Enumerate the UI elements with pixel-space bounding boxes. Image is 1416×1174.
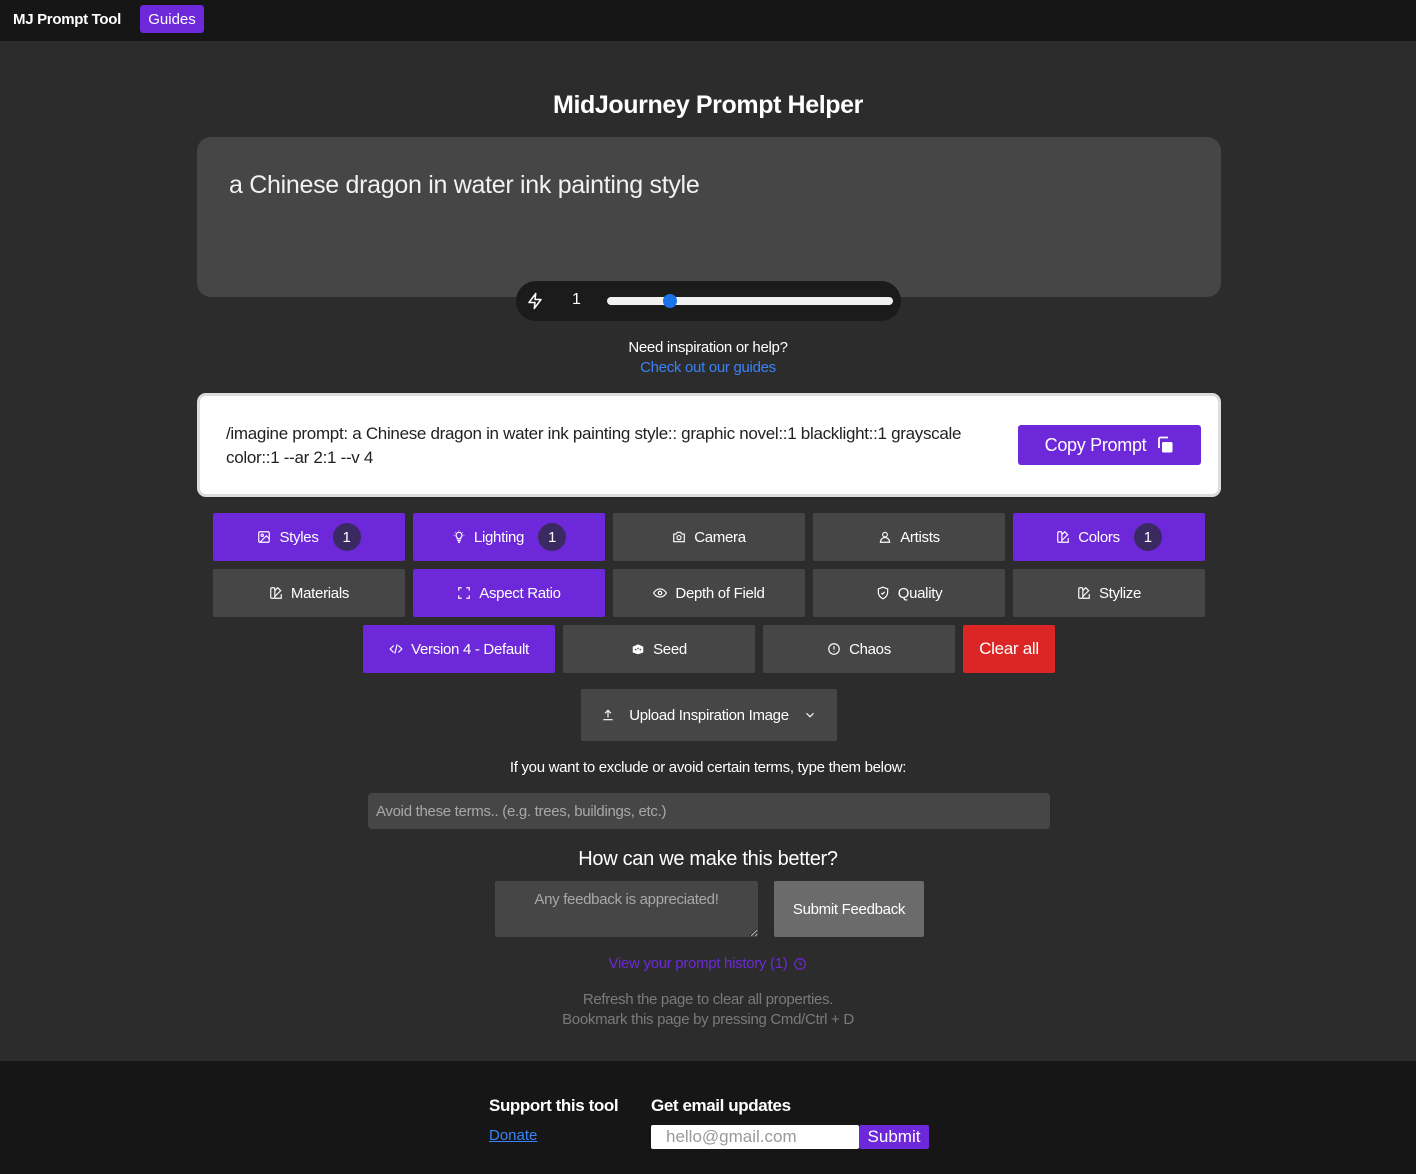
styles-count-badge: 1 (332, 523, 361, 551)
copy-icon (1158, 436, 1173, 453)
camera-button[interactable]: Camera (613, 513, 805, 561)
depth-of-field-button[interactable]: Depth of Field (613, 569, 805, 617)
depth-of-field-label: Depth of Field (675, 584, 765, 602)
materials-button[interactable]: Materials (213, 569, 405, 617)
email-updates-title: Get email updates (651, 1096, 791, 1115)
upload-icon (603, 709, 613, 721)
chevron-down-icon (805, 712, 814, 718)
lighting-button[interactable]: Lighting 1 (413, 513, 605, 561)
upload-inspiration-button[interactable]: Upload Inspiration Image (581, 689, 837, 741)
copy-prompt-button[interactable]: Copy Prompt (1018, 425, 1201, 465)
email-submit-button[interactable]: Submit (859, 1125, 929, 1149)
footer: Support this tool Donate Get email updat… (0, 1061, 1416, 1174)
camera-icon (673, 531, 686, 543)
code-icon (389, 644, 403, 654)
prompt-history-link[interactable]: View your prompt history (1) (0, 955, 1416, 972)
support-title: Support this tool (489, 1096, 619, 1115)
shield-icon (877, 586, 888, 600)
submit-feedback-button[interactable]: Submit Feedback (774, 881, 924, 937)
bulb-icon (453, 530, 465, 543)
dice-icon (632, 644, 644, 655)
prompt-text[interactable]: a Chinese dragon in water ink painting s… (229, 171, 700, 200)
feedback-title: How can we make this better? (578, 848, 838, 870)
help-text: Need inspiration or help? (628, 339, 788, 356)
email-field[interactable] (651, 1125, 859, 1149)
generated-prompt-box: /imagine prompt: a Chinese dragon in wat… (197, 393, 1221, 497)
artists-button[interactable]: Artists (813, 513, 1005, 561)
colors-label: Colors (1078, 528, 1120, 546)
camera-label: Camera (694, 528, 746, 546)
guides-link-row: Check out our guides (0, 359, 1416, 376)
lighting-label: Lighting (473, 528, 525, 546)
upload-label: Upload Inspiration Image (629, 706, 789, 724)
version-label: Version 4 - Default (411, 640, 529, 658)
exclude-terms-input[interactable] (368, 793, 1050, 829)
copy-prompt-label: Copy Prompt (1044, 434, 1147, 455)
artists-label: Artists (900, 528, 940, 546)
exclude-label: If you want to exclude or avoid certain … (509, 759, 907, 776)
alert-circle-icon (828, 643, 840, 655)
weight-slider[interactable] (607, 294, 893, 308)
styles-label: Styles (279, 528, 319, 546)
eye-icon (653, 588, 668, 598)
stylize-label: Stylize (1098, 584, 1142, 602)
chaos-button[interactable]: Chaos (763, 625, 955, 673)
aspect-ratio-button[interactable]: Aspect Ratio (413, 569, 605, 617)
image-icon (258, 531, 271, 543)
clock-icon (794, 957, 807, 970)
colors-button[interactable]: Colors 1 (1013, 513, 1205, 561)
styles-button[interactable]: Styles 1 (213, 513, 405, 561)
feedback-textarea[interactable] (495, 881, 758, 937)
refresh-note: Refresh the page to clear all properties… (582, 991, 834, 1008)
weight-value: 1 (572, 291, 581, 308)
prompt-input[interactable]: a Chinese dragon in water ink painting s… (197, 137, 1221, 297)
quality-button[interactable]: Quality (813, 569, 1005, 617)
brand-title[interactable]: MJ Prompt Tool (13, 11, 121, 28)
bookmark-note: Bookmark this page by pressing Cmd/Ctrl … (562, 1011, 854, 1028)
guides-button[interactable]: Guides (140, 5, 204, 33)
slider-handle[interactable] (662, 294, 677, 308)
palette-icon (1057, 530, 1070, 543)
palette-icon (270, 586, 282, 599)
palette-icon (1078, 586, 1090, 599)
version-button[interactable]: Version 4 - Default (363, 625, 555, 673)
expand-icon (458, 587, 471, 599)
page-title: MidJourney Prompt Helper (553, 91, 863, 119)
quality-label: Quality (897, 584, 943, 602)
lighting-count-badge: 1 (538, 523, 567, 551)
stylize-button[interactable]: Stylize (1013, 569, 1205, 617)
bolt-icon (528, 292, 542, 310)
chaos-label: Chaos (849, 640, 891, 658)
prompt-weight-control: 1 (516, 281, 901, 321)
colors-count-badge: 1 (1133, 523, 1162, 551)
clear-all-button[interactable]: Clear all (963, 625, 1055, 673)
generated-prompt-text: /imagine prompt: a Chinese dragon in wat… (226, 424, 962, 467)
prompt-history-label[interactable]: View your prompt history (1) (609, 955, 788, 972)
materials-label: Materials (290, 584, 350, 602)
seed-label: Seed (653, 640, 687, 658)
aspect-ratio-label: Aspect Ratio (479, 584, 561, 602)
seed-button[interactable]: Seed (563, 625, 755, 673)
donate-link[interactable]: Donate (489, 1127, 537, 1144)
top-nav: MJ Prompt Tool Guides (0, 0, 1416, 41)
guides-link[interactable]: Check out our guides (640, 359, 776, 376)
users-icon (879, 531, 891, 543)
